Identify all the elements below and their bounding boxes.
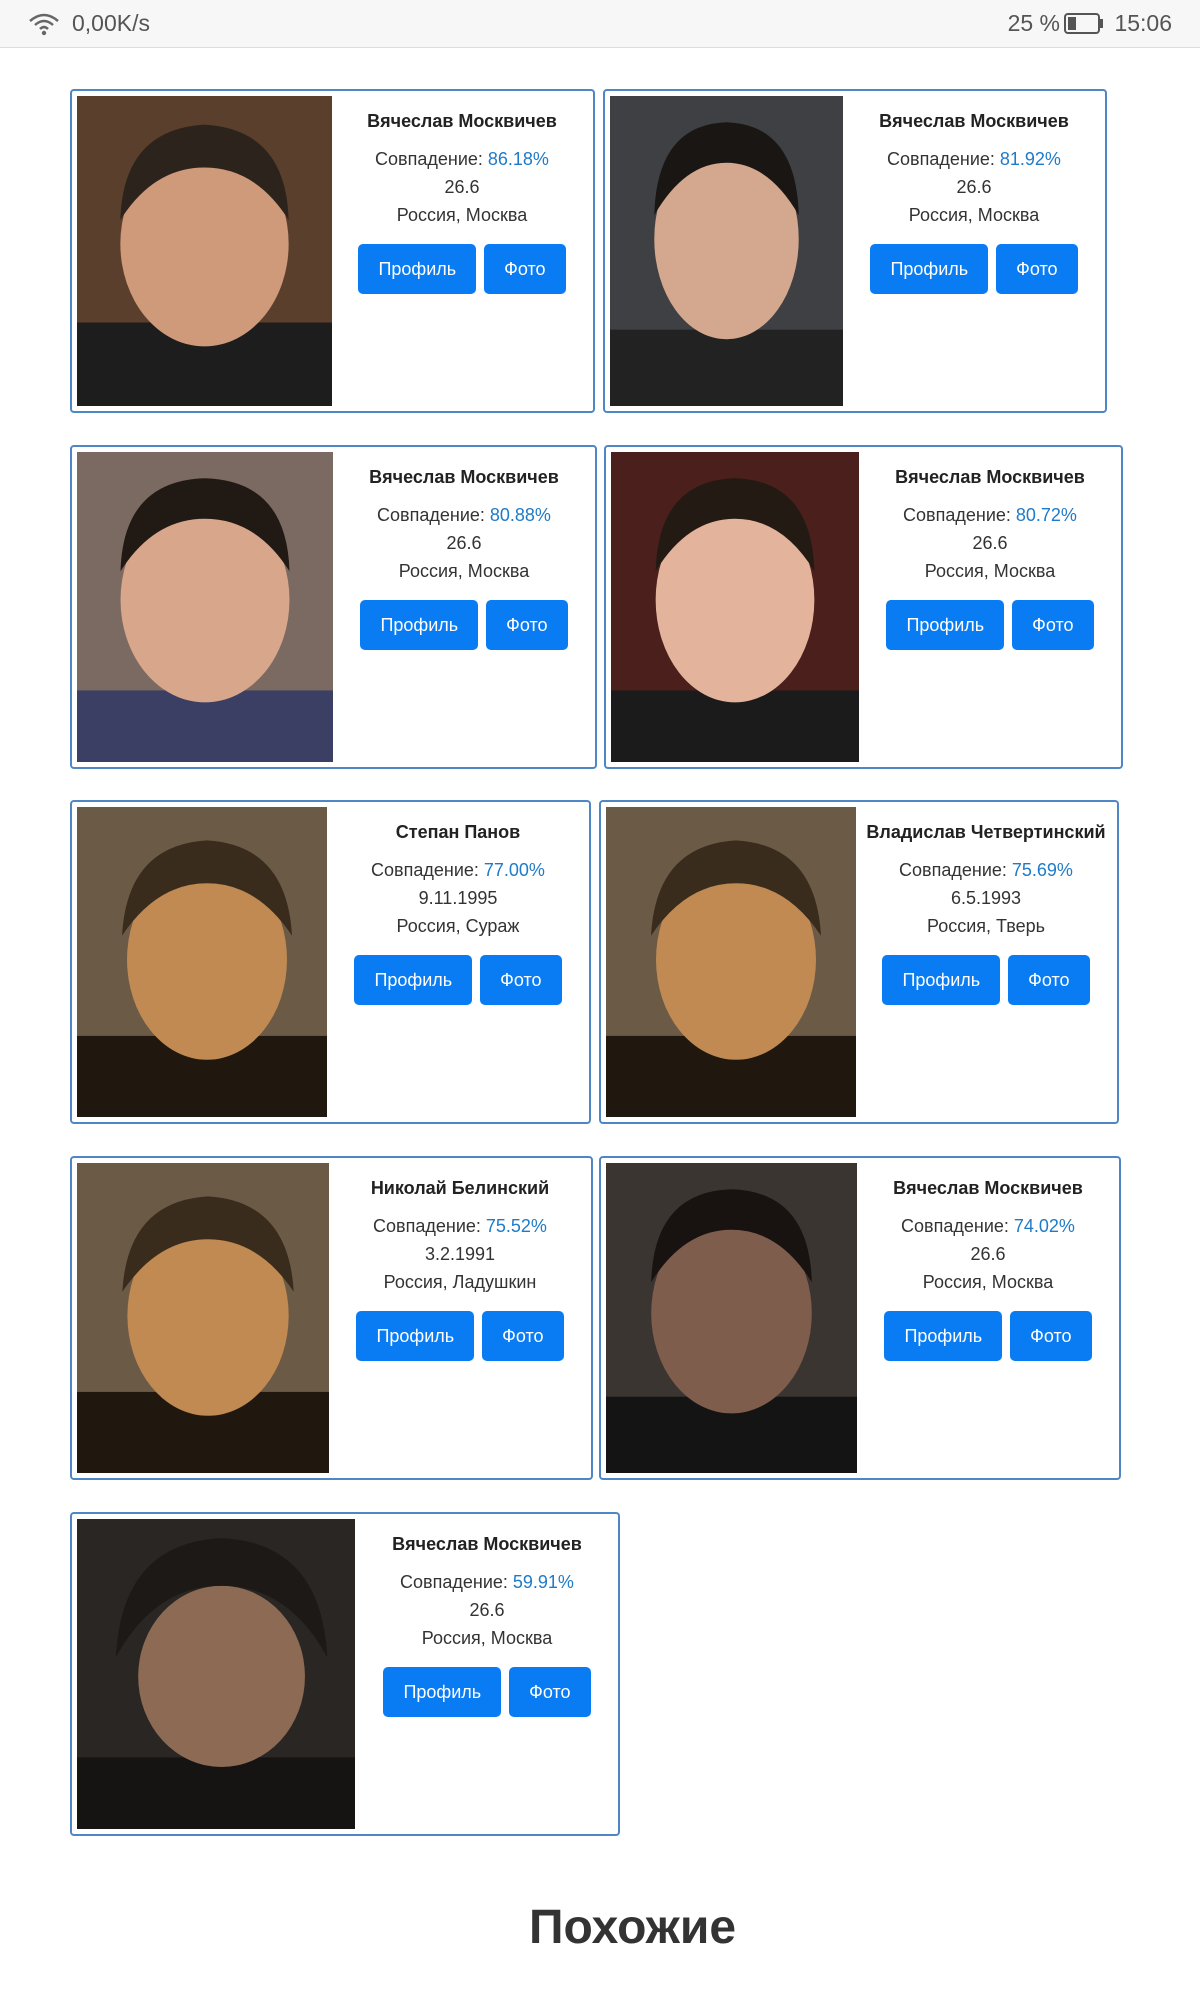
profile-button[interactable]: Профиль [354,955,473,1005]
birth-date: 3.2.1991 [424,1244,496,1264]
match-label: Совпадение: [903,505,1016,525]
match-percent: 75.69% [1011,860,1073,880]
battery-icon [1064,13,1103,34]
location: Россия, Тверь [927,916,1045,936]
person-name: Степан Панов [395,822,521,842]
face-photo[interactable] [77,452,333,762]
status-bar: 0,00K/s 25 % 15:06 [0,0,1200,48]
photo-button[interactable]: Фото [486,600,568,650]
result-card: Степан Панов Совпадение: 77.00% 9.11.199… [70,800,591,1124]
location: Россия, Сураж [396,916,520,936]
match-line: Совпадение: 74.02% [857,1215,1119,1237]
match-line: Совпадение: 80.88% [333,504,595,526]
match-percent: 74.02% [1013,1216,1075,1236]
match-line: Совпадение: 75.52% [329,1215,591,1237]
match-label: Совпадение: [377,505,490,525]
photo-button[interactable]: Фото [1010,1311,1092,1361]
profile-button[interactable]: Профиль [884,1311,1003,1361]
result-card: Владислав Четвертинский Совпадение: 75.6… [599,800,1119,1124]
match-label: Совпадение: [373,1216,486,1236]
match-label: Совпадение: [400,1572,513,1592]
face-photo[interactable] [77,1519,355,1829]
person-name: Вячеслав Москвичев [893,1178,1083,1198]
match-percent: 75.52% [485,1216,547,1236]
profile-button[interactable]: Профиль [383,1667,502,1717]
match-label: Совпадение: [375,149,488,169]
face-photo[interactable] [611,452,859,762]
birth-date: 26.6 [446,533,482,553]
face-photo[interactable] [606,807,856,1117]
network-speed: 0,00K/s [72,10,150,36]
birth-date: 26.6 [444,177,480,197]
face-photo[interactable] [77,1163,329,1473]
birth-date: 26.6 [972,533,1008,553]
location: Россия, Москва [421,1628,553,1648]
result-card: Вячеслав Москвичев Совпадение: 74.02% 26… [599,1156,1121,1480]
profile-button[interactable]: Профиль [882,955,1001,1005]
photo-button[interactable]: Фото [482,1311,564,1361]
result-card: Вячеслав Москвичев Совпадение: 59.91% 26… [70,1512,620,1836]
birth-date: 26.6 [469,1600,505,1620]
match-line: Совпадение: 77.00% [327,859,589,881]
birth-date: 9.11.1995 [418,888,498,908]
match-percent: 80.88% [489,505,551,525]
photo-button[interactable]: Фото [484,244,566,294]
battery-percent: 25 % [1007,10,1060,36]
match-percent: 59.91% [512,1572,574,1592]
match-label: Совпадение: [887,149,1000,169]
clock: 15:06 [1114,10,1172,36]
result-card: Вячеслав Москвичев Совпадение: 80.72% 26… [604,445,1123,769]
face-photo[interactable] [77,96,332,406]
result-card: Вячеслав Москвичев Совпадение: 80.88% 26… [70,445,597,769]
photo-button[interactable]: Фото [480,955,562,1005]
result-card: Вячеслав Москвичев Совпадение: 86.18% 26… [70,89,595,413]
match-line: Совпадение: 86.18% [331,148,593,170]
profile-button[interactable]: Профиль [870,244,989,294]
match-percent: 86.18% [487,149,549,169]
profile-button[interactable]: Профиль [356,1311,475,1361]
person-name: Вячеслав Москвичев [367,111,557,131]
person-name: Владислав Четвертинский [866,822,1106,842]
match-line: Совпадение: 59.91% [356,1571,618,1593]
result-card: Николай Белинский Совпадение: 75.52% 3.2… [70,1156,593,1480]
profile-button[interactable]: Профиль [360,600,479,650]
birth-date: 6.5.1993 [950,888,1022,908]
photo-button[interactable]: Фото [996,244,1078,294]
person-name: Вячеслав Москвичев [369,467,559,487]
match-percent: 80.72% [1015,505,1077,525]
person-name: Вячеслав Москвичев [392,1534,582,1554]
match-label: Совпадение: [371,860,484,880]
face-photo[interactable] [606,1163,857,1473]
location: Россия, Москва [398,561,530,581]
similar-heading: Похожие [528,1901,737,1954]
match-line: Совпадение: 80.72% [859,504,1121,526]
location: Россия, Ладушкин [383,1272,537,1292]
person-name: Николай Белинский [370,1178,550,1198]
face-photo[interactable] [610,96,843,406]
location: Россия, Москва [908,205,1040,225]
location: Россия, Москва [924,561,1056,581]
birth-date: 26.6 [970,1244,1006,1264]
match-label: Совпадение: [899,860,1012,880]
wifi-icon [29,13,59,36]
location: Россия, Москва [396,205,528,225]
face-photo[interactable] [77,807,327,1117]
photo-button[interactable]: Фото [509,1667,591,1717]
match-percent: 81.92% [999,149,1061,169]
person-name: Вячеслав Москвичев [895,467,1085,487]
result-card: Вячеслав Москвичев Совпадение: 81.92% 26… [603,89,1107,413]
match-line: Совпадение: 81.92% [843,148,1105,170]
location: Россия, Москва [922,1272,1054,1292]
match-label: Совпадение: [901,1216,1014,1236]
birth-date: 26.6 [956,177,992,197]
profile-button[interactable]: Профиль [886,600,1005,650]
match-percent: 77.00% [483,860,545,880]
photo-button[interactable]: Фото [1012,600,1094,650]
match-line: Совпадение: 75.69% [855,859,1117,881]
photo-button[interactable]: Фото [1008,955,1090,1005]
profile-button[interactable]: Профиль [358,244,477,294]
person-name: Вячеслав Москвичев [879,111,1069,131]
